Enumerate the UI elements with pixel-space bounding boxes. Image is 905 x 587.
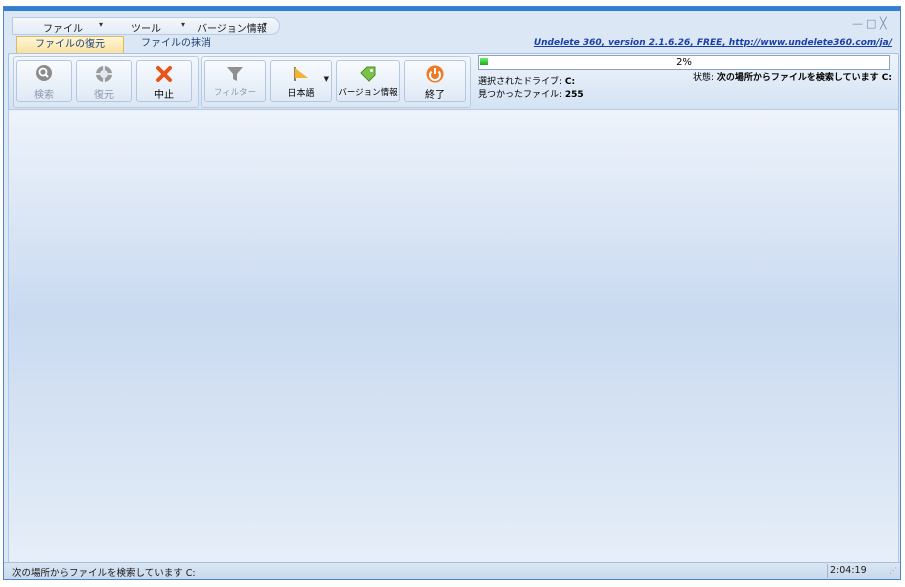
- elapsed-time: 2:04:19: [830, 565, 867, 576]
- lifebuoy-icon: [96, 66, 112, 82]
- menu-tools[interactable]: ツール: [131, 20, 161, 35]
- toolbar-group-recovery: 検索 復元 中止: [13, 56, 199, 108]
- language-button[interactable]: 日本語 ▼: [270, 60, 332, 102]
- search-button[interactable]: 検索: [16, 60, 72, 102]
- selected-drive-value: C:: [564, 77, 576, 87]
- tab-wipe[interactable]: ファイルの抹消: [134, 36, 218, 52]
- restore-button[interactable]: 復元: [76, 60, 132, 102]
- search-icon: [36, 65, 52, 81]
- status-text: 次の場所からファイルを検索しています C:: [12, 568, 196, 579]
- found-files-value: 255: [564, 90, 584, 100]
- stop-button[interactable]: 中止: [136, 60, 192, 102]
- menu-bar: ファイル ▾ ツール ▾ バージョン情報 ▾: [12, 17, 280, 35]
- chevron-down-icon[interactable]: ▾: [99, 20, 103, 29]
- menu-about[interactable]: バージョン情報: [197, 20, 267, 35]
- about-button-label: バージョン情報: [338, 88, 398, 98]
- results-area[interactable]: [8, 109, 899, 566]
- close-button[interactable]: ╳: [880, 17, 887, 30]
- selected-drive-label: 選択されたドライブ:: [478, 77, 565, 87]
- flag-icon: [294, 67, 308, 81]
- menu-file[interactable]: ファイル: [43, 20, 83, 35]
- tag-icon: [360, 66, 376, 82]
- resize-grip-icon[interactable]: ⋰: [889, 566, 897, 575]
- about-button[interactable]: バージョン情報: [336, 60, 400, 102]
- version-link[interactable]: Undelete 360, version 2.1.6.26, FREE, ht…: [534, 38, 892, 48]
- title-bar-accent: [4, 7, 900, 11]
- filter-button[interactable]: フィルター: [204, 60, 266, 102]
- tab-restore[interactable]: ファイルの復元: [16, 36, 124, 53]
- status-bar: 次の場所からファイルを検索しています C: 2:04:19 ⋰: [4, 562, 900, 579]
- chevron-down-icon[interactable]: ▼: [324, 75, 329, 83]
- power-icon: [426, 65, 444, 83]
- scan-status-info: 状態: 次の場所からファイルを検索しています C:: [693, 70, 892, 83]
- funnel-icon: [227, 67, 243, 81]
- selected-drive-info: 選択されたドライブ: C:: [478, 74, 575, 87]
- stop-button-label: 中止: [154, 90, 174, 101]
- found-files-label: 見つかったファイル:: [478, 90, 565, 100]
- status-separator: [827, 564, 828, 578]
- toolbar-group-settings: フィルター 日本語 ▼ バージョン情報 終了: [201, 56, 471, 108]
- search-progress-bar: 2%: [478, 55, 890, 70]
- exit-button-label: 終了: [425, 90, 445, 101]
- search-button-label: 検索: [34, 90, 54, 101]
- chevron-down-icon[interactable]: ▾: [181, 20, 185, 29]
- restore-button-label: 復元: [94, 90, 114, 101]
- found-files-info: 見つかったファイル: 255: [478, 87, 584, 100]
- exit-button[interactable]: 終了: [404, 60, 466, 102]
- maximize-button[interactable]: □: [866, 17, 876, 30]
- chevron-down-icon[interactable]: ▾: [263, 20, 267, 29]
- scan-status-label: 状態:: [693, 73, 717, 83]
- app-window: ファイル ▾ ツール ▾ バージョン情報 ▾ — □ ╳ ファイルの復元 ファイ…: [3, 6, 901, 580]
- language-button-label: 日本語: [287, 89, 315, 99]
- filter-button-label: フィルター: [213, 88, 257, 98]
- minimize-button[interactable]: —: [852, 17, 863, 30]
- progress-percent: 2%: [676, 57, 692, 68]
- close-icon: [156, 66, 172, 82]
- scan-status-value: 次の場所からファイルを検索しています C:: [716, 73, 892, 83]
